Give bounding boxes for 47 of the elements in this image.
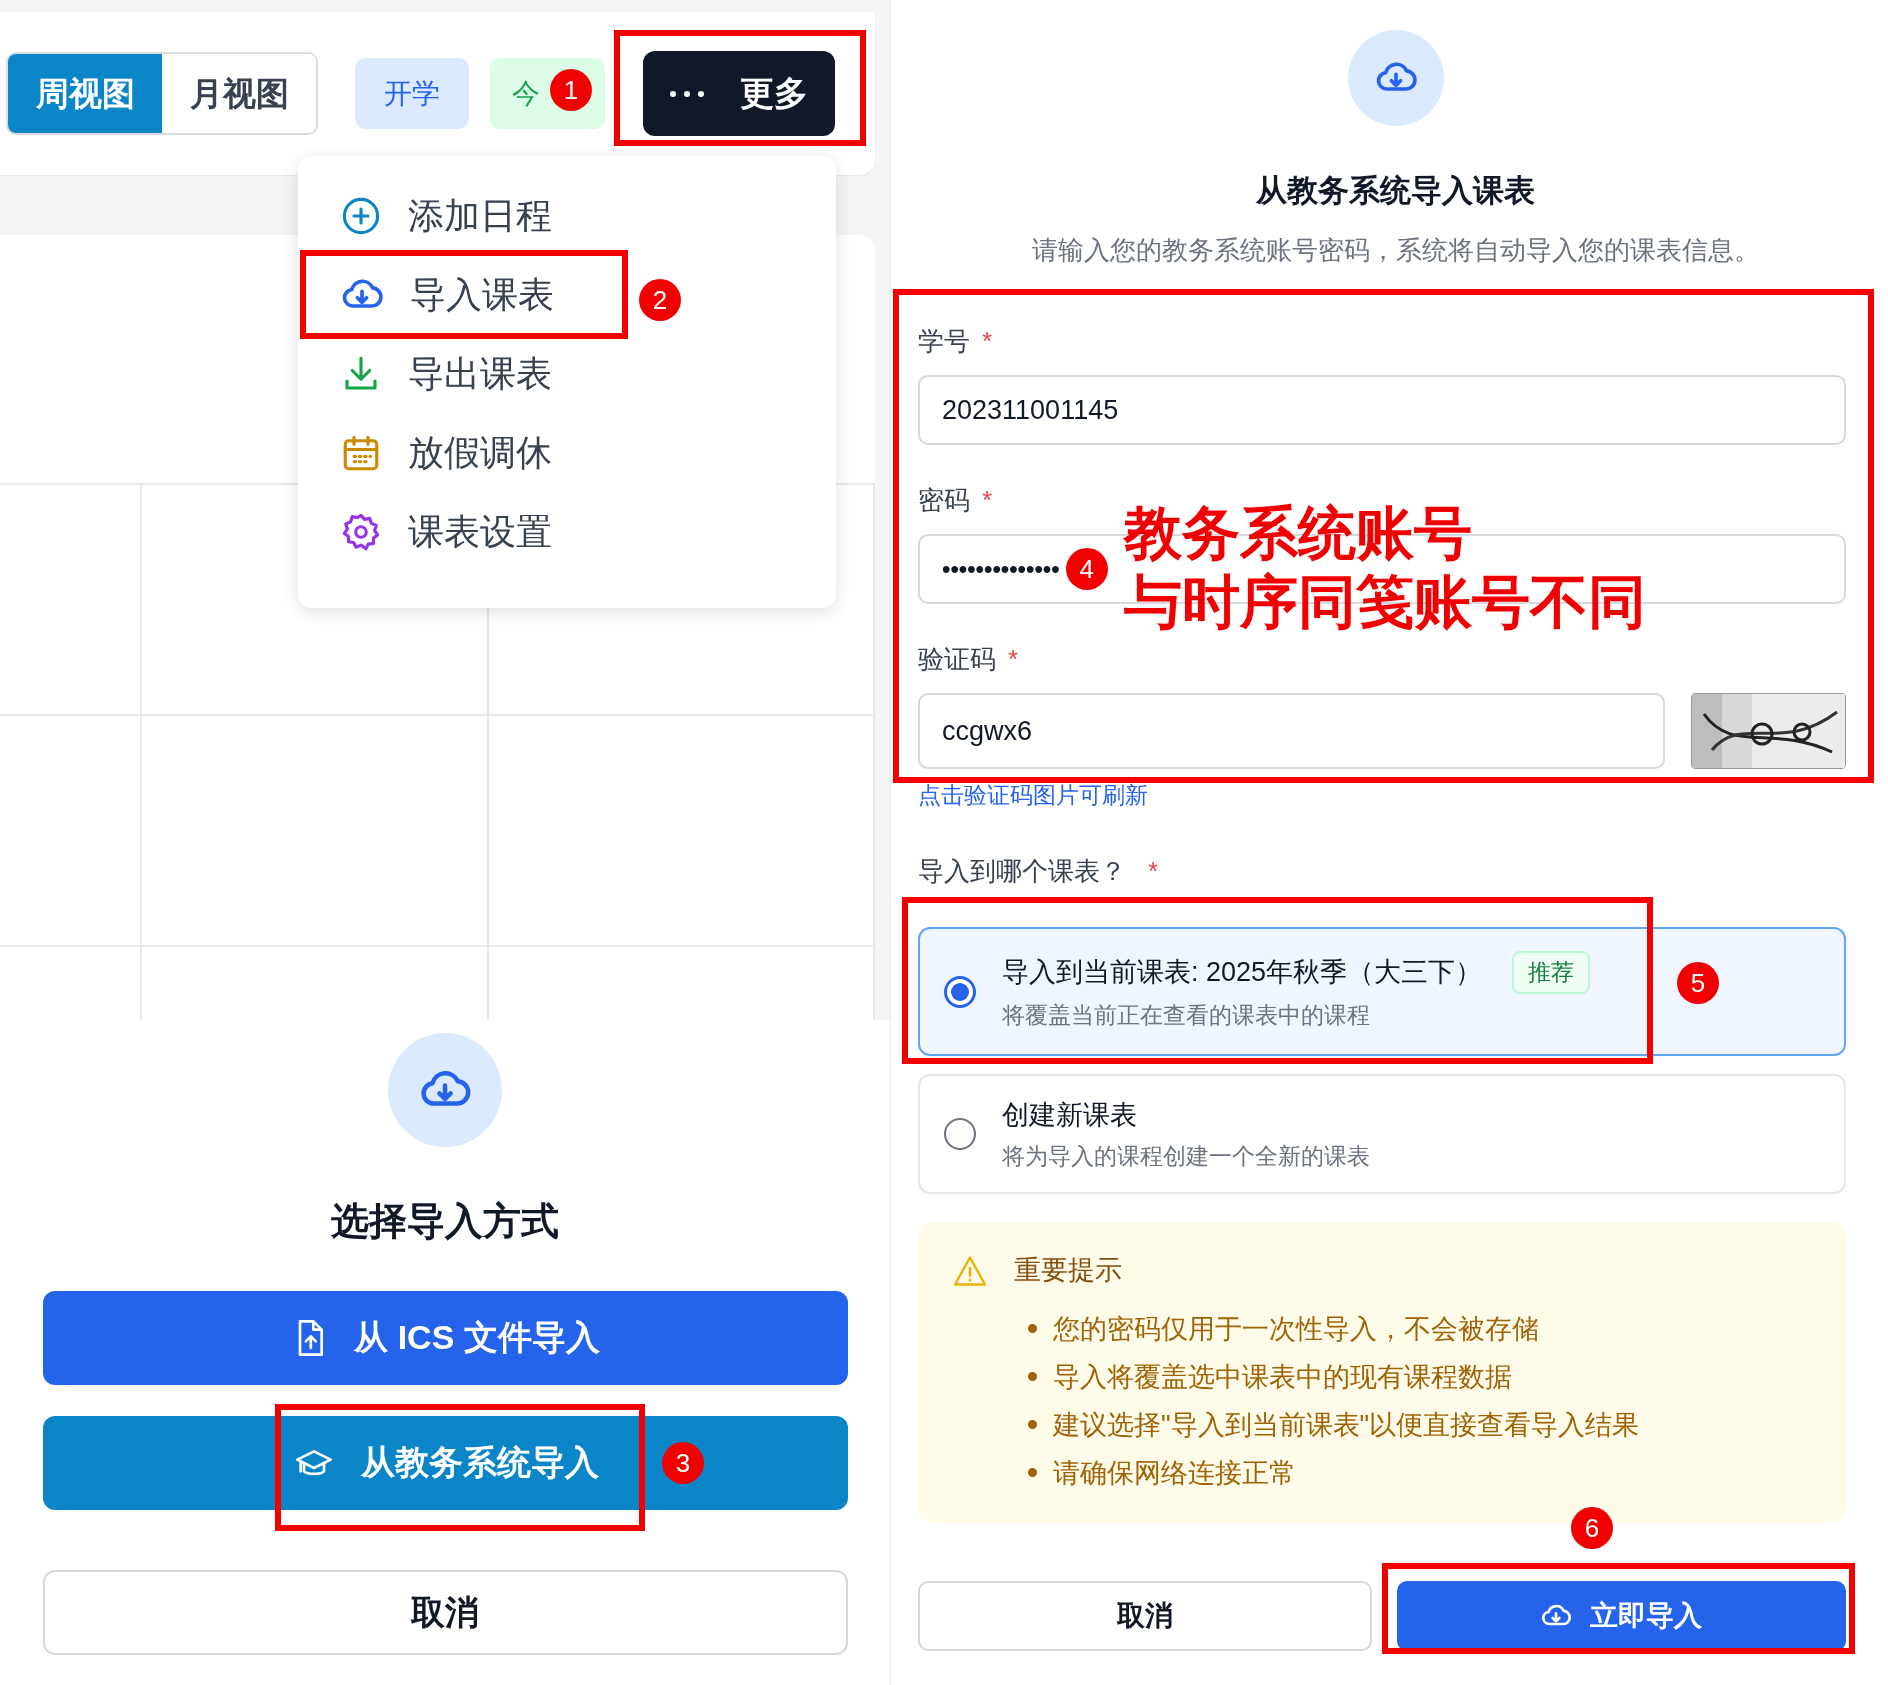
ics-import-button[interactable]: 从 ICS 文件导入 [42,1290,848,1385]
field-label: 导入到哪个课表？ [918,855,1126,889]
step-marker: 4 [1065,548,1108,591]
field-label: 密码 [918,484,970,518]
notice-text: 导入将覆盖选中课表中的现有课程数据 [1053,1360,1512,1394]
step-marker: 6 [1571,1507,1613,1549]
view-tab[interactable]: 周视图 [8,54,162,133]
gear-icon [340,511,382,553]
dialog-subtitle: 请输入您的教务系统账号密码，系统将自动导入您的课表信息。 [1030,234,1761,268]
field-label: 学号 [918,325,970,359]
bullet-icon [1028,1468,1037,1478]
notice-title: 重要提示 [1014,1254,1122,1288]
target-option[interactable]: 创建新课表 将为导入的课程创建一个全新的课表 [918,1074,1846,1195]
recommended-tag: 推荐 [1512,951,1591,994]
captcha-field[interactable]: ccgwx6 [918,693,1665,770]
option-title: 导入到当前课表: 2025年秋季（大三下） [1002,956,1483,990]
dialog-title: 选择导入方式 [331,1199,559,1244]
notice-text: 您的密码仅用于一次性导入，不会被存储 [1053,1312,1539,1346]
radio-button[interactable] [944,976,976,1008]
field-label: 验证码 [918,643,996,677]
option-description: 将为导入的课程创建一个全新的课表 [1002,1142,1370,1172]
dialog-title: 从教务系统导入课表 [1254,172,1536,210]
menu-item[interactable]: 添加日程 [298,181,836,251]
term-start-button[interactable]: 开学 [355,58,469,129]
notice-text: 建议选择"导入到当前课表"以便直接查看导入结果 [1053,1408,1640,1442]
password-dots: •••••••••••••• [942,554,1060,585]
option-title: 创建新课表 [1002,1099,1137,1132]
required-mark: * [982,484,993,518]
radio-button[interactable] [944,1118,976,1151]
more-button[interactable]: 更多 [643,51,835,136]
plus-circle-icon [340,195,382,237]
refresh-hint-link[interactable]: 点击验证码图片可刷新 [918,783,1148,809]
required-mark: * [1148,855,1159,889]
notice-text: 请确保网络连接正常 [1053,1456,1296,1490]
menu-item[interactable]: 导出课表 [298,339,836,409]
menu-item[interactable]: 放假调休 [298,418,836,488]
bullet-icon [1028,1324,1037,1334]
required-mark: * [1008,643,1019,677]
required-mark: * [982,325,993,359]
more-icon [670,88,704,99]
option-description: 将覆盖当前正在查看的课表中的课程 [1002,1001,1371,1030]
cancel-button[interactable]: 取消 [918,1581,1372,1652]
bullet-icon [1028,1372,1037,1382]
menu-item[interactable]: 课表设置 [298,497,836,567]
input-field[interactable]: 202311001145 [918,375,1846,446]
cancel-button[interactable]: 取消 [42,1569,848,1655]
bullet-icon [1028,1420,1037,1430]
